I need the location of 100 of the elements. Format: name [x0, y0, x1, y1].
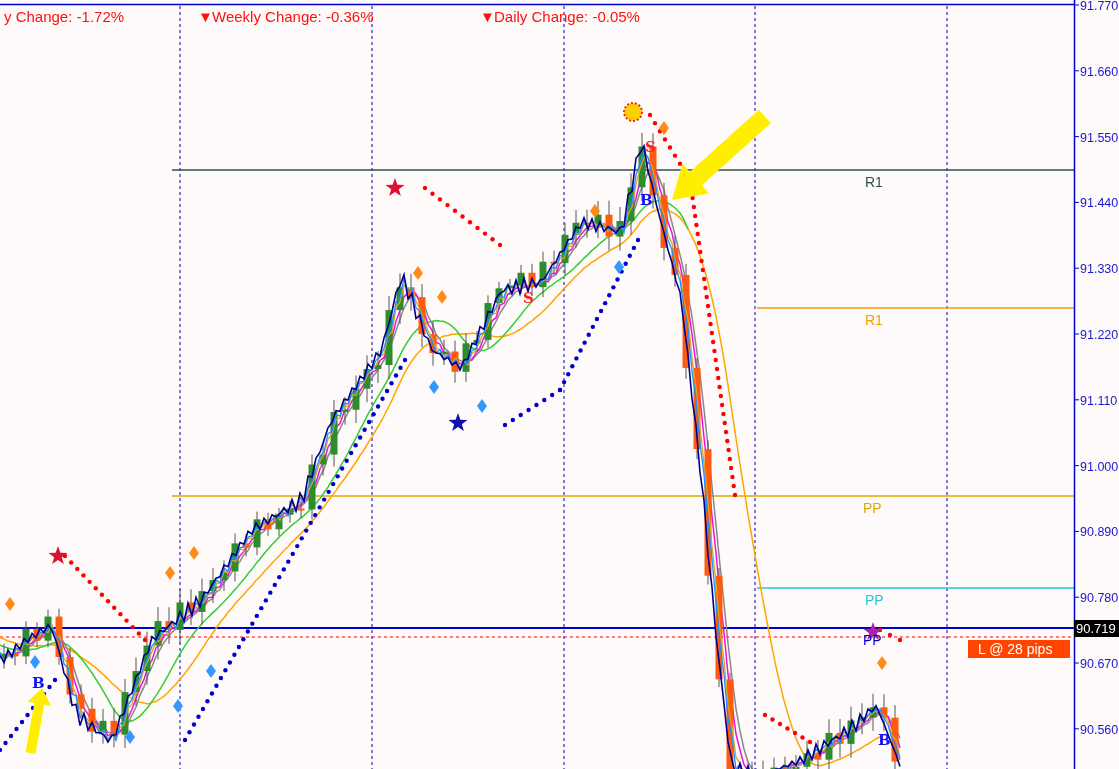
arrow-icon: [672, 109, 771, 200]
candlestick: [0, 643, 8, 670]
candlestick: [220, 559, 228, 592]
candlestick: [209, 567, 217, 604]
candlestick: [473, 330, 481, 353]
price-tick-label: 90.780: [1080, 591, 1119, 606]
arrow-icon: [25, 688, 52, 754]
signal-letter: B: [640, 191, 653, 209]
diamond-icon: [437, 290, 447, 304]
tick-mark: [1073, 201, 1080, 203]
candlestick: [506, 278, 514, 296]
tick-mark: [1073, 70, 1080, 72]
tick-mark: [1073, 530, 1080, 532]
signal-letter: S: [523, 289, 534, 307]
candlestick: [231, 532, 239, 582]
candlestick: [330, 399, 338, 467]
signal-letter: S: [645, 138, 656, 156]
candlestick: [572, 209, 580, 248]
diamond-icon: [659, 121, 669, 135]
pivot-label: PP: [865, 592, 884, 608]
diamond-icon: [173, 699, 183, 713]
candlestick: [11, 644, 19, 666]
candlestick: [154, 606, 162, 661]
candlestick: [858, 702, 866, 735]
diamond-icon: [413, 266, 423, 280]
diamond-icon: [30, 655, 40, 669]
candlestick: [627, 172, 635, 236]
candlestick: [781, 756, 789, 769]
tick-mark: [1073, 465, 1080, 467]
change-stat: Daily Change: -0.05%: [494, 8, 640, 25]
tick-mark: [1073, 333, 1080, 335]
star-icon: [48, 546, 68, 565]
candlestick: [77, 683, 85, 720]
candlestick: [462, 332, 470, 383]
price-tick-label: 91.000: [1080, 459, 1119, 474]
candlestick: [880, 693, 888, 732]
price-tick-label: 91.660: [1080, 64, 1119, 79]
diamond-icon: [614, 260, 624, 274]
price-tick-label: 91.770: [1080, 0, 1119, 13]
diamond-icon: [206, 664, 216, 678]
tick-mark: [1073, 4, 1080, 6]
candlestick: [264, 512, 272, 537]
candlestick: [187, 588, 195, 626]
price-tick-label: 91.440: [1080, 196, 1119, 211]
stop-loss-label: L @ 28 pips: [968, 640, 1070, 658]
candlestick: [110, 707, 118, 748]
candlestick: [484, 294, 492, 349]
candlestick: [22, 620, 30, 665]
candlestick: [275, 507, 283, 537]
price-tick-label: 91.330: [1080, 262, 1119, 277]
tick-mark: [1073, 728, 1080, 730]
candlestick: [33, 621, 41, 648]
candlestick: [605, 200, 613, 251]
tick-mark: [1073, 136, 1080, 138]
candlestick: [440, 339, 448, 366]
candlestick: [99, 708, 107, 745]
candlestick: [869, 693, 877, 732]
star-icon: [385, 178, 405, 197]
pivot-label: PP: [863, 632, 882, 648]
candlestick: [319, 443, 327, 476]
candlestick: [814, 739, 822, 769]
pivot-label: R1: [865, 174, 883, 190]
candlestick: [176, 588, 184, 645]
candlestick: [550, 250, 558, 275]
current-price-badge: 90.719: [1074, 620, 1119, 637]
candlestick: [561, 222, 569, 276]
diamond-icon: [5, 597, 15, 611]
diamond-icon: [590, 204, 600, 218]
candlestick: [44, 609, 52, 648]
change-stat: y Change: -1.72%: [4, 8, 125, 25]
pivot-label: R1: [865, 312, 883, 328]
candlestick: [55, 608, 63, 666]
candlestick: [297, 499, 305, 519]
tick-mark: [1073, 662, 1080, 664]
signal-letter: B: [878, 731, 891, 749]
candlestick: [451, 340, 459, 384]
diamond-icon: [429, 380, 439, 394]
candlestick: [803, 740, 811, 769]
down-triangle-marker: ▼: [480, 8, 495, 25]
diamond-icon: [125, 730, 135, 744]
sun-icon: [623, 102, 643, 122]
signal-letter: B: [32, 674, 45, 692]
candlestick: [495, 281, 503, 311]
price-tick-label: 91.220: [1080, 328, 1119, 342]
candlestick: [891, 704, 899, 769]
candlestick: [671, 235, 679, 288]
candlestick: [286, 500, 294, 524]
diamond-icon: [877, 656, 887, 670]
candlestick: [418, 283, 426, 348]
pivot-label: PP: [863, 500, 882, 516]
candlestick: [341, 396, 349, 426]
candlestick: [66, 647, 74, 704]
change-stat: Weekly Change: -0.36%: [212, 8, 374, 25]
down-triangle-marker: ▼: [198, 8, 213, 25]
candlestick: [825, 718, 833, 769]
tick-mark: [1073, 596, 1080, 598]
star-icon: [448, 413, 468, 432]
candlestick: [770, 757, 778, 769]
candlestick: [847, 706, 855, 759]
diamond-icon: [189, 546, 199, 560]
